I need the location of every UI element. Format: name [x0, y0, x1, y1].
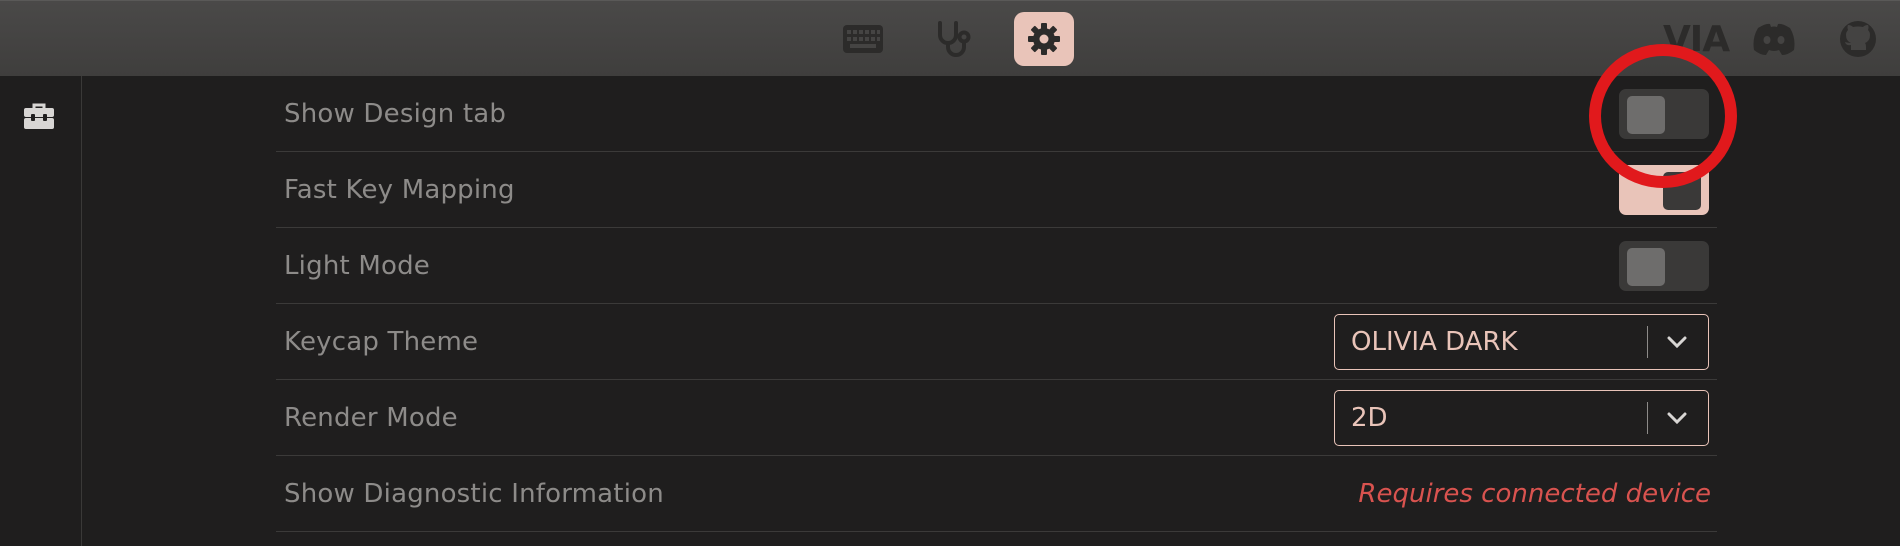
show-design-tab-toggle[interactable] — [1619, 88, 1709, 139]
setting-row-light-mode: Light Mode — [276, 228, 1717, 304]
toolbox-icon — [24, 103, 54, 129]
stethoscope-icon — [938, 21, 971, 57]
github-icon — [1840, 21, 1876, 57]
select-divider — [1646, 401, 1648, 434]
setting-label: Render Mode — [284, 402, 458, 433]
tab-configure[interactable] — [833, 12, 893, 66]
toggle-knob — [1663, 171, 1701, 210]
select-value: 2D — [1351, 402, 1388, 433]
setting-label: Fast Key Mapping — [284, 174, 515, 205]
light-mode-toggle[interactable] — [1619, 240, 1709, 291]
setting-row-fast-key-mapping: Fast Key Mapping — [276, 152, 1717, 228]
setting-label: Keycap Theme — [284, 326, 479, 357]
select-value: OLIVIA DARK — [1351, 326, 1518, 357]
setting-row-keycap-theme: Keycap Theme OLIVIA DARK — [276, 304, 1717, 380]
fast-key-mapping-toggle[interactable] — [1619, 164, 1709, 215]
chevron-down-icon[interactable] — [1662, 327, 1692, 357]
render-mode-select[interactable]: 2D — [1334, 389, 1709, 446]
keycap-theme-select[interactable]: OLIVIA DARK — [1334, 313, 1709, 370]
github-link[interactable] — [1836, 15, 1880, 63]
gear-icon — [1028, 23, 1060, 55]
discord-link[interactable] — [1750, 15, 1798, 63]
select-divider — [1646, 325, 1648, 358]
top-nav-bar: VIA — [0, 0, 1900, 76]
toggle-knob — [1627, 247, 1665, 286]
tab-settings[interactable] — [1014, 12, 1074, 66]
setting-row-render-mode: Render Mode 2D — [276, 380, 1717, 456]
keyboard-icon — [843, 25, 883, 53]
via-logo[interactable]: VIA — [1656, 15, 1736, 63]
sidebar — [0, 76, 82, 546]
setting-label: Light Mode — [284, 250, 430, 281]
setting-row-show-design-tab: Show Design tab — [276, 76, 1717, 152]
setting-label: Show Diagnostic Information — [284, 478, 664, 509]
setting-label: Show Design tab — [284, 98, 507, 129]
requires-device-note: Requires connected device — [1358, 478, 1711, 509]
tab-test[interactable] — [922, 12, 982, 66]
discord-icon — [1753, 23, 1795, 55]
settings-list: Show Design tab Fast Key Mapping Light M… — [276, 76, 1717, 532]
sidebar-item-settings[interactable] — [18, 98, 60, 134]
setting-row-show-diagnostic: Show Diagnostic Information Requires con… — [276, 456, 1717, 532]
via-logo-text: VIA — [1662, 18, 1730, 60]
chevron-down-icon[interactable] — [1662, 403, 1692, 433]
toggle-knob — [1627, 95, 1665, 134]
